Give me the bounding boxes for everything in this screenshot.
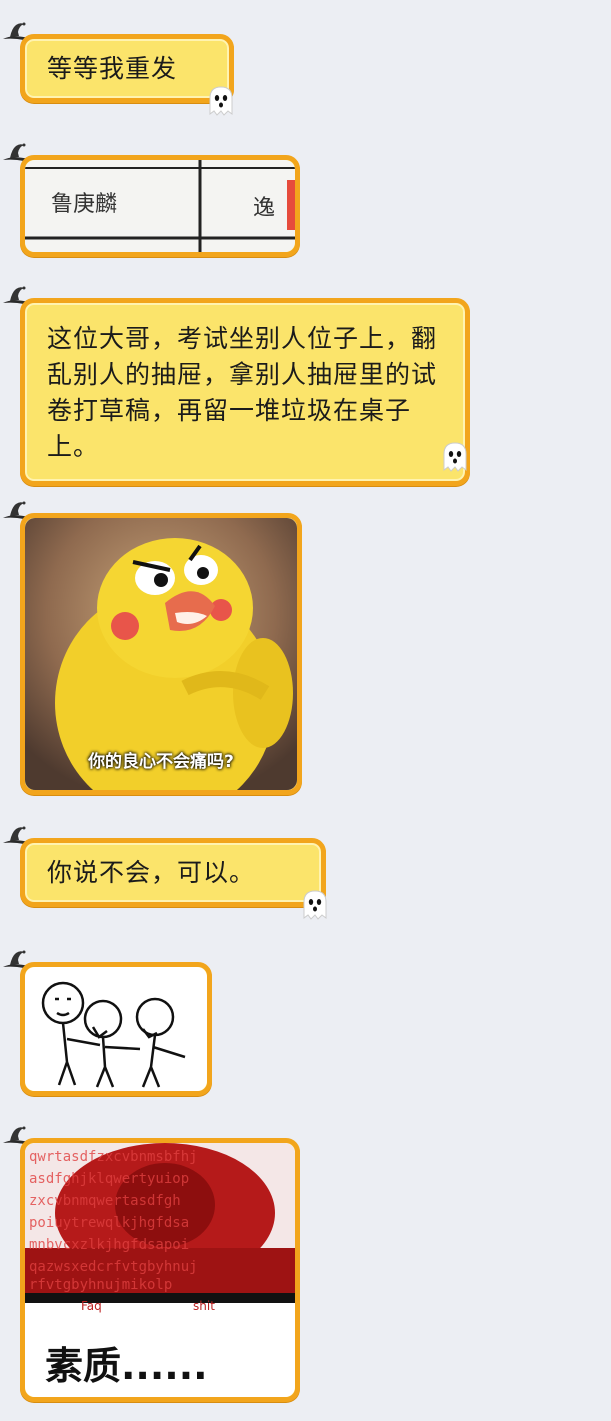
- svg-text:rfvtgbyhnujmikolp: rfvtgbyhnujmikolp: [29, 1277, 172, 1293]
- suzhi-meme-image: qwrtasdfzxcvbnmsbfhj asdfghjklqwertyuiop…: [25, 1143, 295, 1397]
- svg-text:mnbvcxzlkjhgfdsapoi: mnbvcxzlkjhgfdsapoi: [29, 1237, 189, 1253]
- meme-label-left: Faq: [81, 1299, 102, 1313]
- text-bubble[interactable]: 等等我重发: [20, 34, 234, 103]
- table-photo: 鲁庚麟 逸: [25, 160, 295, 252]
- image-bubble[interactable]: qwrtasdfzxcvbnmsbfhj asdfghjklqwertyuiop…: [20, 1138, 300, 1402]
- svg-text:asdfghjklqwertyuiop: asdfghjklqwertyuiop: [29, 1171, 189, 1187]
- message-2[interactable]: 鲁庚麟 逸: [20, 155, 300, 257]
- table-cell-partial: 逸: [253, 196, 276, 221]
- text-bubble[interactable]: 这位大哥，考试坐别人位子上，翻乱别人的抽屉，拿别人抽屉里的试卷打草稿，再留一堆垃…: [20, 298, 470, 486]
- svg-text:poiuytrewqlkjhgfdsa: poiuytrewqlkjhgfdsa: [29, 1215, 189, 1231]
- message-3[interactable]: 这位大哥，考试坐别人位子上，翻乱别人的抽屉，拿别人抽屉里的试卷打草稿，再留一堆垃…: [20, 298, 470, 486]
- message-1[interactable]: 等等我重发: [20, 34, 234, 103]
- ghost-icon: [206, 84, 236, 118]
- message-4[interactable]: 你的良心不会痛吗?: [20, 513, 302, 795]
- image-bubble[interactable]: [20, 962, 212, 1096]
- ghost-icon: [440, 440, 470, 474]
- meme-caption: 你的良心不会痛吗?: [88, 752, 234, 772]
- chick-meme-image: 你的良心不会痛吗?: [25, 518, 297, 790]
- meme-caption: 素质......: [45, 1344, 208, 1388]
- text-bubble[interactable]: 你说不会，可以。: [20, 838, 326, 907]
- message-text: 这位大哥，考试坐别人位子上，翻乱别人的抽屉，拿别人抽屉里的试卷打草稿，再留一堆垃…: [47, 324, 438, 461]
- message-text: 等等我重发: [47, 54, 178, 83]
- svg-text:zxcvbnmqwertasdfgh: zxcvbnmqwertasdfgh: [29, 1193, 181, 1209]
- image-bubble[interactable]: 你的良心不会痛吗?: [20, 513, 302, 795]
- meme-stick-figures-icon: [25, 967, 207, 1091]
- message-text: 你说不会，可以。: [47, 858, 256, 887]
- svg-text:qwrtasdfzxcvbnmsbfhj: qwrtasdfzxcvbnmsbfhj: [29, 1149, 198, 1165]
- message-6[interactable]: [20, 962, 212, 1096]
- ghost-icon: [300, 888, 330, 922]
- meme-label-right: shit: [193, 1299, 215, 1313]
- message-7[interactable]: qwrtasdfzxcvbnmsbfhj asdfghjklqwertyuiop…: [20, 1138, 300, 1402]
- table-cell-name: 鲁庚麟: [51, 192, 118, 217]
- message-5[interactable]: 你说不会，可以。: [20, 838, 326, 907]
- svg-text:qazwsxedcrfvtgbyhnuj: qazwsxedcrfvtgbyhnuj: [29, 1259, 198, 1275]
- image-bubble[interactable]: 鲁庚麟 逸: [20, 155, 300, 257]
